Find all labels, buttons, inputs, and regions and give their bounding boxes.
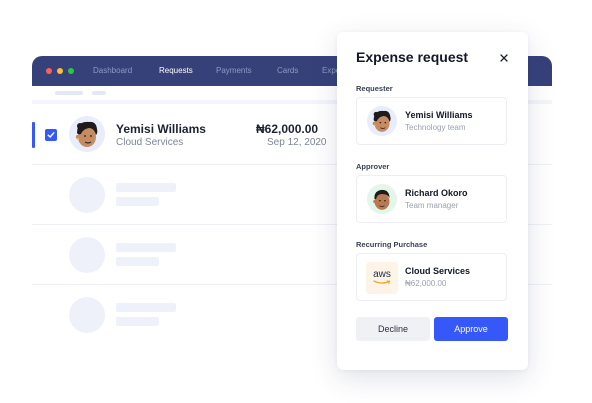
row-checkbox[interactable] [45,129,57,141]
text-skeleton [116,197,159,206]
close-button[interactable] [498,51,510,63]
requester-name: Yemisi Williams [405,110,473,120]
avatar [367,106,397,136]
avatar [367,184,397,214]
approver-card[interactable]: Richard Okoro Team manager [356,175,507,223]
requester-name: Yemisi Williams [116,122,206,136]
avatar-skeleton [69,177,105,213]
window-maximize-dot[interactable] [68,68,74,74]
close-icon [500,54,508,62]
purchase-amount: ₦62,000.00 [405,279,447,288]
window-close-dot[interactable] [46,68,52,74]
avatar-skeleton [69,297,105,333]
request-date: Sep 12, 2020 [267,137,327,148]
approver-role: Team manager [405,201,459,210]
decline-button[interactable]: Decline [356,317,430,341]
purchase-label: Recurring Purchase [356,240,428,249]
text-skeleton [116,183,176,192]
request-amount: ₦62,000.00 [256,122,319,136]
approver-name: Richard Okoro [405,188,468,198]
text-skeleton [116,317,159,326]
avatar-skeleton [69,237,105,273]
text-skeleton [116,243,176,252]
requester-card[interactable]: Yemisi Williams Technology team [356,97,507,145]
request-category: Cloud Services [116,137,184,148]
nav-dashboard[interactable]: Dashboard [93,66,132,75]
toolbar-skeleton [55,91,83,95]
nav-requests[interactable]: Requests [159,66,193,75]
text-skeleton [116,303,176,312]
requester-label: Requester [356,84,393,93]
dialog-title: Expense request [356,49,469,65]
nav-cards[interactable]: Cards [277,66,298,75]
requester-team: Technology team [405,123,466,132]
aws-smile-icon [373,279,391,284]
nav-payments[interactable]: Payments [216,66,252,75]
aws-logo-icon: aws [366,262,398,294]
avatar [69,116,105,152]
selected-indicator [32,122,35,148]
approve-button[interactable]: Approve [434,317,508,341]
window-minimize-dot[interactable] [57,68,63,74]
purchase-card[interactable]: aws Cloud Services ₦62,000.00 [356,253,507,301]
check-icon [47,132,55,138]
toolbar-skeleton [92,91,106,95]
aws-logo-text: aws [373,268,391,280]
purchase-name: Cloud Services [405,266,471,276]
approver-label: Approver [356,162,390,171]
expense-request-dialog: Expense request Requester Yemisi William… [337,32,528,370]
text-skeleton [116,257,159,266]
